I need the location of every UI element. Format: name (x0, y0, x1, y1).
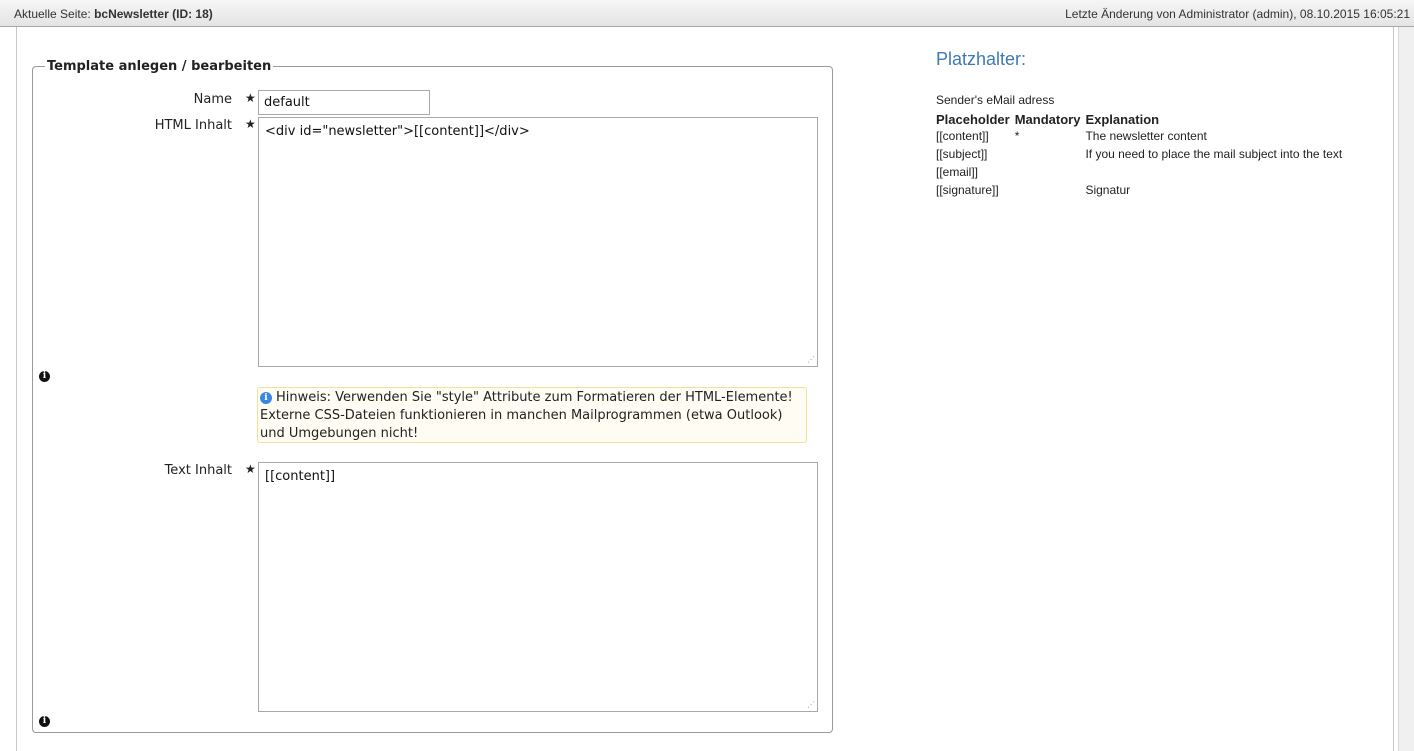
explanation-cell: If you need to place the mail subject in… (1085, 147, 1343, 161)
html-content-label: HTML Inhalt (154, 118, 232, 133)
mandatory-cell (1013, 181, 1084, 199)
placeholder-cell: [[subject]] (936, 147, 988, 161)
name-input[interactable] (258, 90, 430, 115)
mandatory-cell (1013, 145, 1084, 163)
info-icon[interactable]: i (39, 371, 50, 382)
column-header-mandatory: Mandatory (1014, 111, 1081, 127)
hint-info-icon: i (260, 392, 272, 404)
name-label: Name (193, 92, 232, 107)
column-header-placeholder: Placeholder (936, 111, 1010, 127)
current-page-info: Aktuelle Seite: bcNewsletter (ID: 18) (14, 7, 213, 21)
table-row: [[subject]] If you need to place the mai… (934, 145, 1345, 163)
current-page-id: (ID: 18) (172, 7, 213, 21)
placeholders-title: Platzhalter: (936, 49, 1027, 69)
text-content-label: Text Inhalt (164, 463, 232, 478)
table-row: [[content]] * The newsletter content (934, 127, 1345, 145)
placeholder-cell: [[signature]] (936, 183, 999, 197)
current-page-prefix: Aktuelle Seite: (14, 7, 91, 21)
required-star-icon: ★ (245, 462, 256, 476)
content-frame-left-border (16, 27, 17, 751)
explanation-cell: The newsletter content (1085, 129, 1207, 143)
required-star-icon: ★ (245, 91, 256, 105)
placeholders-table: Placeholder Mandatory Explanation [[cont… (934, 110, 1345, 199)
html-content-textarea[interactable]: <div id="newsletter">[[content]]</div> (258, 117, 818, 367)
placeholder-cell: [[email]] (936, 165, 979, 179)
hint-box: i Hinweis: Verwenden Sie "style" Attribut… (257, 387, 807, 443)
placeholder-cell: [[content]] (936, 129, 989, 143)
sender-email-text: Sender's eMail adress (936, 93, 1055, 107)
explanation-cell (1083, 163, 1345, 181)
mandatory-cell: * (1014, 129, 1020, 143)
info-icon[interactable]: i (39, 716, 50, 727)
table-header-row: Placeholder Mandatory Explanation (934, 110, 1345, 127)
scrollbar-track[interactable] (1398, 27, 1414, 751)
mandatory-cell (1013, 163, 1084, 181)
resize-grip-icon[interactable]: ⋰ (807, 356, 815, 364)
table-row: [[email]] (934, 163, 1345, 181)
content-frame-right-border (1393, 27, 1394, 751)
last-change-info: Letzte Änderung von Administrator (admin… (1065, 7, 1410, 21)
explanation-cell: Signatur (1085, 183, 1131, 197)
form-legend: Template anlegen / bearbeiten (47, 59, 272, 74)
status-bar: Aktuelle Seite: bcNewsletter (ID: 18) Le… (0, 0, 1414, 27)
hint-text: Hinweis: Verwenden Sie "style" Attribute… (260, 390, 793, 441)
text-content-textarea[interactable]: [[content]] (258, 462, 818, 712)
current-page-name: bcNewsletter (94, 7, 169, 21)
resize-grip-icon[interactable]: ⋰ (807, 701, 815, 709)
required-star-icon: ★ (245, 117, 256, 131)
table-row: [[signature]] Signatur (934, 181, 1345, 199)
column-header-explanation: Explanation (1085, 111, 1160, 127)
